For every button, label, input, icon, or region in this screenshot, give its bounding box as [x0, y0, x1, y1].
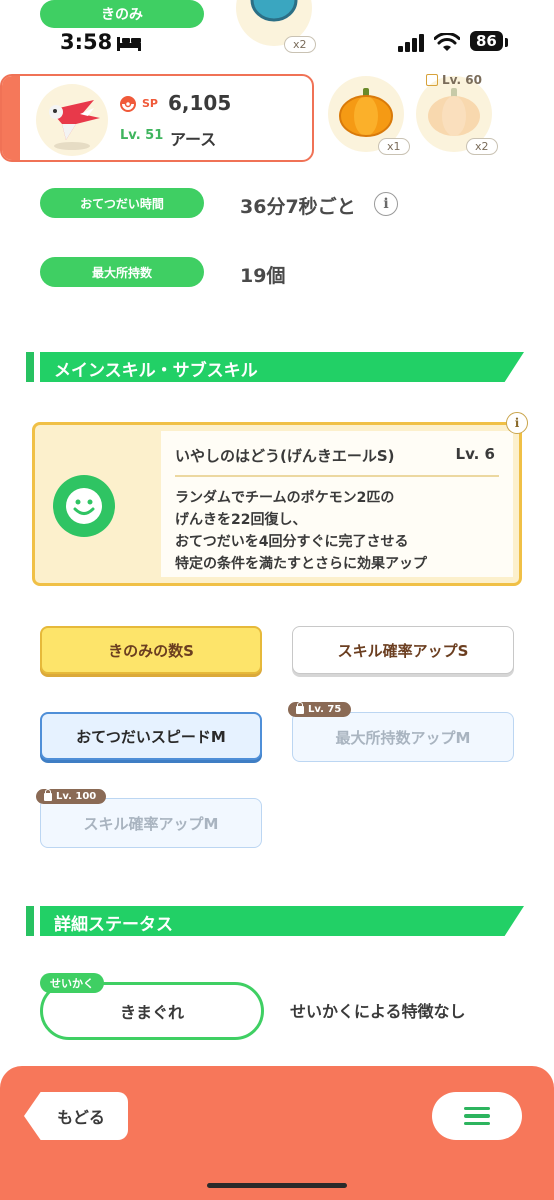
subskill-berry-finding-s[interactable]: きのみの数S	[40, 626, 262, 674]
latias-sprite-icon	[49, 100, 100, 150]
battery-tip	[505, 38, 508, 47]
section-title-details: 詳細ステータス	[54, 915, 173, 935]
info-icon[interactable]: i	[374, 192, 398, 216]
main-skill-card[interactable]: いやしのはどう(げんきエールS) Lv. 6 ランダムでチームのポケモン2匹の …	[32, 422, 522, 586]
pokemon-nickname: アース	[170, 130, 217, 149]
skill-divider	[175, 475, 499, 477]
skill-name: いやしのはどう(げんきエールS)	[175, 447, 395, 465]
stat-label-max-capacity: 最大所持数	[40, 257, 204, 287]
smile-skill-icon	[53, 475, 115, 537]
status-time: 3:58	[60, 30, 113, 54]
section-title-skills: メインスキル・サブスキル	[54, 361, 258, 381]
cellular-signal-icon	[398, 34, 424, 52]
stat-label-help-time: おてつだい時間	[40, 188, 204, 218]
subskill-skill-trigger-s[interactable]: スキル確率アップS	[292, 626, 514, 674]
hamburger-icon	[464, 1106, 490, 1126]
skill-detail-panel: いやしのはどう(げんきエールS) Lv. 6 ランダムでチームのポケモン2匹の …	[161, 431, 513, 577]
ingredient-qty-1: x1	[378, 138, 410, 155]
ingredient-slot-1[interactable]: x1	[328, 76, 410, 155]
sp-label: SP	[142, 97, 158, 110]
pokemon-level: Lv. 51	[120, 128, 164, 143]
pokeball-icon	[120, 96, 136, 112]
lock-badge-lv100: Lv. 100	[36, 788, 107, 804]
berry-category-label: きのみ	[40, 0, 204, 28]
section-banner-details: 詳細ステータス	[0, 906, 554, 936]
pokemon-portrait	[36, 84, 108, 156]
berry-category-text: きのみ	[101, 7, 143, 23]
sleep-mode-icon	[117, 37, 141, 51]
ingredient-slot-2-locked[interactable]: x2	[416, 76, 498, 155]
unlock-arrow-icon	[426, 74, 438, 86]
pokemon-card[interactable]: SP 6,105 Lv. 51 アース	[0, 74, 314, 162]
subskill-helping-speed-m[interactable]: おてつだいスピードM	[40, 712, 262, 760]
menu-button[interactable]	[432, 1092, 522, 1140]
sp-value: 6,105	[168, 91, 232, 115]
nature-tag: せいかく	[40, 973, 104, 993]
subskill-inventory-up-m[interactable]: 最大所持数アップM	[292, 712, 514, 762]
lock-icon	[296, 701, 304, 714]
nature-value: きまぐれ	[119, 1003, 184, 1022]
skill-description: ランダムでチームのポケモン2匹の げんきを22回復し、 おてつだいを4回分すぐに…	[175, 490, 427, 572]
ingredient-lock-level: Lv. 60	[426, 73, 482, 87]
card-accent-stripe	[2, 76, 20, 160]
lock-badge-lv75: Lv. 75	[288, 701, 352, 717]
ingredient-qty-2: x2	[466, 138, 498, 155]
home-indicator	[207, 1183, 347, 1188]
section-banner-skills: メインスキル・サブスキル	[0, 352, 554, 382]
wifi-icon	[434, 33, 460, 51]
skill-level: Lv. 6	[455, 445, 495, 463]
lock-icon	[44, 788, 52, 801]
back-button-label: もどる	[57, 1108, 105, 1127]
stat-value-help-time: 36分7秒ごと	[240, 196, 356, 218]
nature-effect-text: せいかくによる特徴なし	[290, 1002, 466, 1021]
stat-value-max-capacity: 19個	[240, 265, 286, 287]
battery-indicator: 86	[470, 31, 503, 51]
top-item-qty: x2	[284, 36, 316, 53]
back-button[interactable]: もどる	[24, 1092, 128, 1140]
top-item-slot[interactable]: x2	[236, 0, 316, 53]
subskill-skill-trigger-m[interactable]: スキル確率アップM	[40, 798, 262, 848]
skill-info-icon[interactable]: i	[506, 412, 528, 434]
